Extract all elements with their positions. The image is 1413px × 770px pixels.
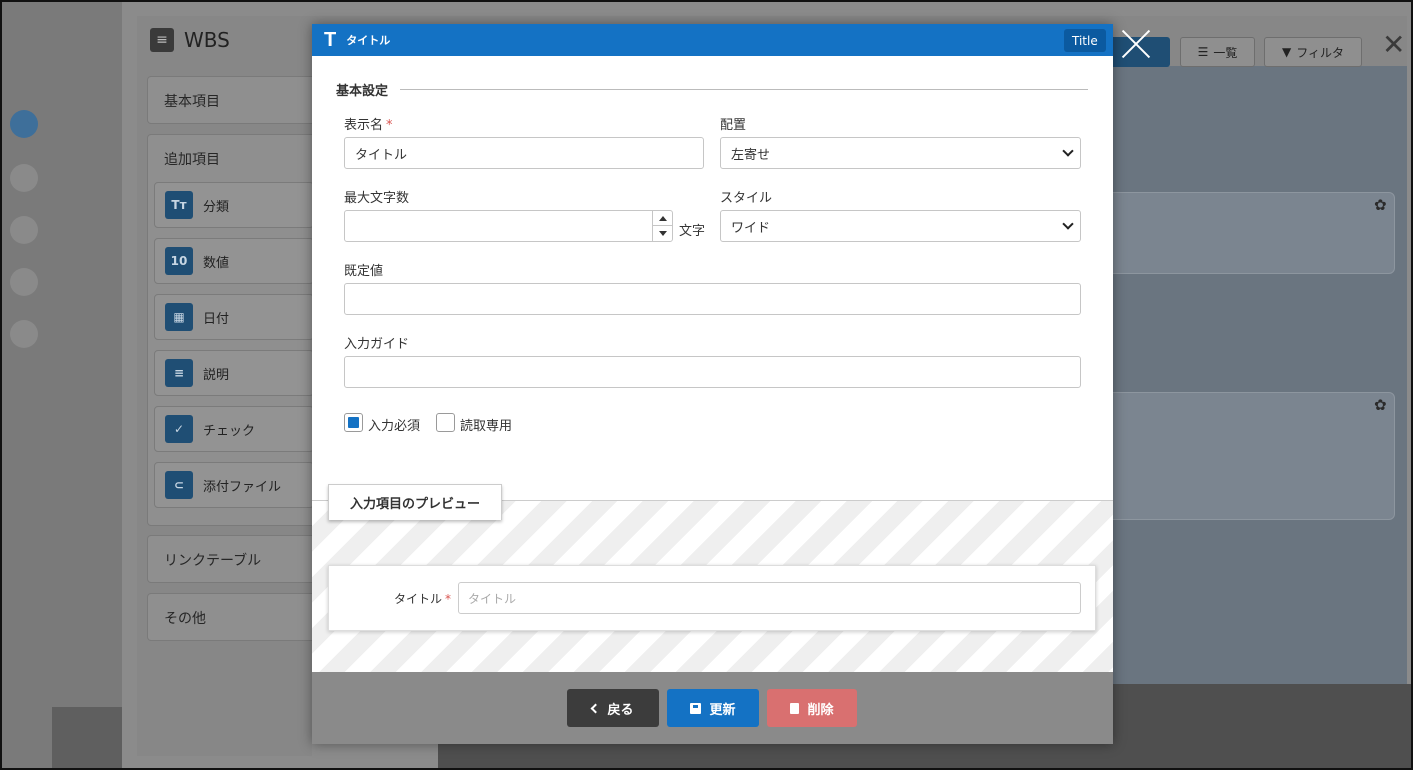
style-label: スタイル — [720, 191, 773, 206]
alignment-select[interactable]: 左寄せ — [720, 137, 1081, 169]
back-button[interactable]: 戻る — [567, 689, 659, 727]
field-type-item[interactable]: ⊂ 添付ファイル — [154, 462, 314, 508]
input-guide-input[interactable] — [344, 356, 1081, 388]
modal-header: T タイトル Title — [312, 24, 1113, 56]
global-sidebar — [2, 2, 122, 768]
section-title: 基本設定 — [336, 84, 389, 99]
bg-field-box — [1102, 392, 1395, 520]
field-type-item[interactable]: ≡ 説明 — [154, 350, 314, 396]
number-spinner[interactable] — [652, 211, 672, 241]
field-type-badge: Title — [1064, 29, 1106, 52]
default-value-label: 既定値 — [344, 264, 384, 279]
description-icon: ≡ — [165, 359, 193, 387]
nav-icon — [10, 268, 38, 296]
app-title: ≡ WBS — [150, 28, 230, 52]
calendar-icon: ▦ — [165, 303, 193, 331]
increment-icon[interactable] — [659, 216, 667, 221]
nav-icon — [10, 216, 38, 244]
update-button[interactable]: 更新 — [667, 689, 759, 727]
max-chars-unit: 文字 — [679, 224, 706, 239]
gear-icon[interactable]: ✿ — [1374, 396, 1387, 414]
filter-button[interactable]: ▼ フィルタ — [1264, 37, 1362, 67]
max-chars-input[interactable] — [344, 210, 673, 242]
modal-footer: 戻る 更新 削除 — [312, 672, 1113, 744]
modal-title: タイトル — [346, 34, 391, 47]
filter-icon: ▼ — [1282, 45, 1292, 59]
close-icon[interactable] — [1120, 28, 1152, 60]
preview-field-label: タイトル * — [393, 592, 451, 606]
default-value-input[interactable] — [344, 283, 1081, 315]
text-type-icon: Tт — [165, 191, 193, 219]
preview-title-input[interactable]: タイトル — [458, 582, 1081, 614]
palette-card-other[interactable]: その他 — [147, 593, 317, 641]
required-mark: * — [445, 592, 451, 606]
field-type-item[interactable]: Tт 分類 — [154, 182, 314, 228]
required-checkbox-label: 入力必須 — [368, 419, 421, 434]
save-icon — [690, 702, 702, 714]
preview-tab: 入力項目のプレビュー — [328, 484, 502, 520]
app-title-text: WBS — [184, 28, 230, 52]
list-button[interactable]: ☰ 一覧 — [1180, 37, 1255, 67]
palette-card-basic[interactable]: 基本項目 — [147, 76, 317, 124]
nav-icon — [10, 110, 38, 138]
number-icon: 10 — [165, 247, 193, 275]
readonly-checkbox-label: 読取専用 — [460, 419, 513, 434]
document-icon: ≡ — [150, 28, 174, 52]
readonly-checkbox[interactable] — [436, 413, 455, 432]
palette-card-link-table[interactable]: リンクテーブル — [147, 535, 317, 583]
section-divider — [400, 89, 1088, 90]
display-name-label: 表示名 * — [344, 118, 393, 133]
required-mark: * — [386, 118, 393, 133]
field-settings-modal: T タイトル Title 基本設定 表示名 * タイトル 配置 左寄せ 最大文字数 — [312, 24, 1113, 744]
screen: ≡ WBS 基本項目 追加項目 Tт 分類 10 数値 ▦ 日付 ≡ 説明 ✓ … — [0, 0, 1413, 770]
bg-close-icon[interactable]: ✕ — [1382, 28, 1405, 61]
decrement-icon[interactable] — [659, 231, 667, 236]
input-guide-label: 入力ガイド — [344, 337, 410, 352]
required-checkbox[interactable] — [344, 413, 363, 432]
chevron-left-icon — [591, 703, 601, 713]
paperclip-icon: ⊂ — [165, 471, 193, 499]
delete-button[interactable]: 削除 — [767, 689, 857, 727]
trash-icon — [790, 702, 800, 714]
style-select[interactable]: ワイド — [720, 210, 1081, 242]
display-name-input[interactable]: タイトル — [344, 137, 704, 169]
check-icon: ✓ — [165, 415, 193, 443]
preview-card: タイトル * タイトル — [328, 565, 1096, 631]
nav-icon — [10, 320, 38, 348]
alignment-label: 配置 — [720, 118, 747, 133]
gear-icon[interactable]: ✿ — [1374, 196, 1387, 214]
max-chars-label: 最大文字数 — [344, 191, 410, 206]
bg-block — [52, 707, 122, 768]
chevron-down-icon — [1062, 145, 1074, 157]
chevron-down-icon — [1062, 218, 1074, 230]
field-type-item[interactable]: ▦ 日付 — [154, 294, 314, 340]
field-type-item[interactable]: ✓ チェック — [154, 406, 314, 452]
list-icon: ☰ — [1197, 45, 1209, 59]
text-field-icon: T — [324, 28, 337, 51]
nav-icon — [10, 164, 38, 192]
field-type-item[interactable]: 10 数値 — [154, 238, 314, 284]
bg-field-box — [1102, 192, 1395, 274]
